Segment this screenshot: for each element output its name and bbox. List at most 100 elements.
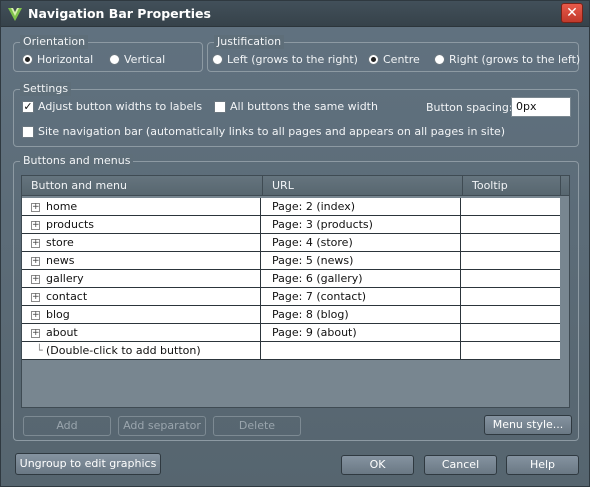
table-row[interactable]: + blog Page: 8 (blog): [22, 306, 560, 324]
cell-divider: [460, 288, 461, 306]
close-button[interactable]: ✕: [561, 3, 583, 23]
cancel-button[interactable]: Cancel: [424, 455, 497, 475]
settings-legend: Settings: [20, 82, 72, 96]
radio-dot-selected: [22, 54, 33, 65]
table-header: Button and menu URL Tooltip: [22, 176, 569, 196]
url-cell: Page: 3 (products): [272, 218, 373, 231]
add-button-hint: (Double-click to add button): [46, 344, 201, 357]
radio-right[interactable]: Right (grows to the left): [434, 53, 580, 66]
cell-divider: [460, 198, 461, 216]
button-name-cell: contact: [46, 290, 88, 303]
checkbox-unchecked: [22, 125, 34, 138]
expand-icon[interactable]: +: [31, 239, 40, 248]
button-name-cell: news: [46, 254, 75, 267]
radio-horizontal-label: Horizontal: [37, 53, 94, 66]
menu-style-button[interactable]: Menu style...: [484, 415, 572, 435]
cell-divider: [460, 252, 461, 270]
column-header-tooltip[interactable]: Tooltip: [472, 179, 508, 192]
cell-divider: [260, 270, 261, 288]
expand-icon[interactable]: +: [31, 311, 40, 320]
adjust-widths-checkbox[interactable]: ✓ Adjust button widths to labels: [22, 100, 202, 113]
checkbox-checked: ✓: [22, 99, 34, 113]
same-width-label: All buttons the same width: [230, 100, 378, 113]
column-divider[interactable]: [462, 176, 463, 196]
cell-divider: [260, 252, 261, 270]
expand-icon[interactable]: +: [31, 221, 40, 230]
expand-icon[interactable]: +: [31, 275, 40, 284]
button-name-cell: about: [46, 326, 78, 339]
help-button[interactable]: Help: [506, 455, 579, 475]
cell-divider: [260, 216, 261, 234]
justification-legend: Justification: [214, 35, 285, 49]
cell-divider: [460, 216, 461, 234]
radio-dot-selected: [368, 54, 379, 65]
add-button-row[interactable]: └ (Double-click to add button): [22, 342, 560, 360]
url-cell: Page: 9 (about): [272, 326, 357, 339]
radio-left-label: Left (grows to the right): [227, 53, 358, 66]
radio-dot: [212, 54, 223, 65]
table-row[interactable]: + products Page: 3 (products): [22, 216, 560, 234]
site-nav-checkbox[interactable]: Site navigation bar (automatically links…: [22, 125, 505, 138]
title-bar[interactable]: Navigation Bar Properties ✕: [1, 1, 589, 27]
table-row[interactable]: + home Page: 2 (index): [22, 198, 560, 216]
cell-divider: [260, 342, 261, 360]
same-width-checkbox[interactable]: All buttons the same width: [214, 100, 378, 113]
cell-divider: [260, 288, 261, 306]
radio-dot: [109, 54, 120, 65]
radio-left[interactable]: Left (grows to the right): [212, 53, 358, 66]
cell-divider: [260, 198, 261, 216]
radio-centre-label: Centre: [383, 53, 420, 66]
url-cell: Page: 8 (blog): [272, 308, 349, 321]
column-header-url[interactable]: URL: [272, 179, 294, 192]
cell-divider: [460, 270, 461, 288]
table-row[interactable]: + about Page: 9 (about): [22, 324, 560, 342]
cell-divider: [460, 234, 461, 252]
tree-connector: └: [36, 344, 43, 357]
column-divider[interactable]: [560, 176, 561, 196]
cell-divider: [460, 324, 461, 342]
expand-icon[interactable]: +: [31, 293, 40, 302]
radio-vertical-label: Vertical: [124, 53, 166, 66]
url-cell: Page: 5 (news): [272, 254, 354, 267]
cell-divider: [460, 342, 461, 360]
radio-horizontal[interactable]: Horizontal: [22, 53, 93, 66]
window-title: Navigation Bar Properties: [28, 6, 211, 21]
settings-group: Settings ✓ Adjust button widths to label…: [13, 82, 579, 147]
button-name-cell: gallery: [46, 272, 84, 285]
justification-group: Justification Left (grows to the right) …: [207, 35, 580, 72]
site-nav-label: Site navigation bar (automatically links…: [38, 125, 506, 138]
column-divider[interactable]: [262, 176, 263, 196]
buttons-table[interactable]: Button and menu URL Tooltip + home Page:…: [21, 175, 570, 408]
url-cell: Page: 4 (store): [272, 236, 353, 249]
buttons-menus-legend: Buttons and menus: [20, 154, 134, 168]
expand-icon[interactable]: +: [31, 329, 40, 338]
checkbox-unchecked: [214, 100, 226, 113]
cell-divider: [460, 306, 461, 324]
url-cell: Page: 2 (index): [272, 200, 356, 213]
radio-dot: [434, 54, 445, 65]
app-logo-icon: [8, 8, 22, 21]
radio-centre[interactable]: Centre: [368, 53, 420, 66]
adjust-widths-label: Adjust button widths to labels: [38, 100, 203, 113]
table-row[interactable]: + gallery Page: 6 (gallery): [22, 270, 560, 288]
cell-divider: [260, 324, 261, 342]
expand-icon[interactable]: +: [31, 257, 40, 266]
button-name-cell: blog: [46, 308, 70, 321]
url-cell: Page: 6 (gallery): [272, 272, 363, 285]
table-row[interactable]: + news Page: 5 (news): [22, 252, 560, 270]
orientation-group: Orientation Horizontal Vertical: [13, 35, 203, 72]
button-spacing-input[interactable]: 0px: [511, 97, 571, 117]
delete-button[interactable]: Delete: [213, 416, 301, 436]
ungroup-button[interactable]: Ungroup to edit graphics: [15, 453, 161, 475]
orientation-legend: Orientation: [20, 35, 89, 49]
add-button[interactable]: Add: [23, 416, 111, 436]
table-row[interactable]: + store Page: 4 (store): [22, 234, 560, 252]
button-name-cell: home: [46, 200, 78, 213]
table-row[interactable]: + contact Page: 7 (contact): [22, 288, 560, 306]
radio-vertical[interactable]: Vertical: [109, 53, 165, 66]
url-cell: Page: 7 (contact): [272, 290, 367, 303]
column-header-button[interactable]: Button and menu: [31, 179, 127, 192]
add-separator-button[interactable]: Add separator: [118, 416, 206, 436]
expand-icon[interactable]: +: [31, 203, 40, 212]
ok-button[interactable]: OK: [341, 455, 414, 475]
